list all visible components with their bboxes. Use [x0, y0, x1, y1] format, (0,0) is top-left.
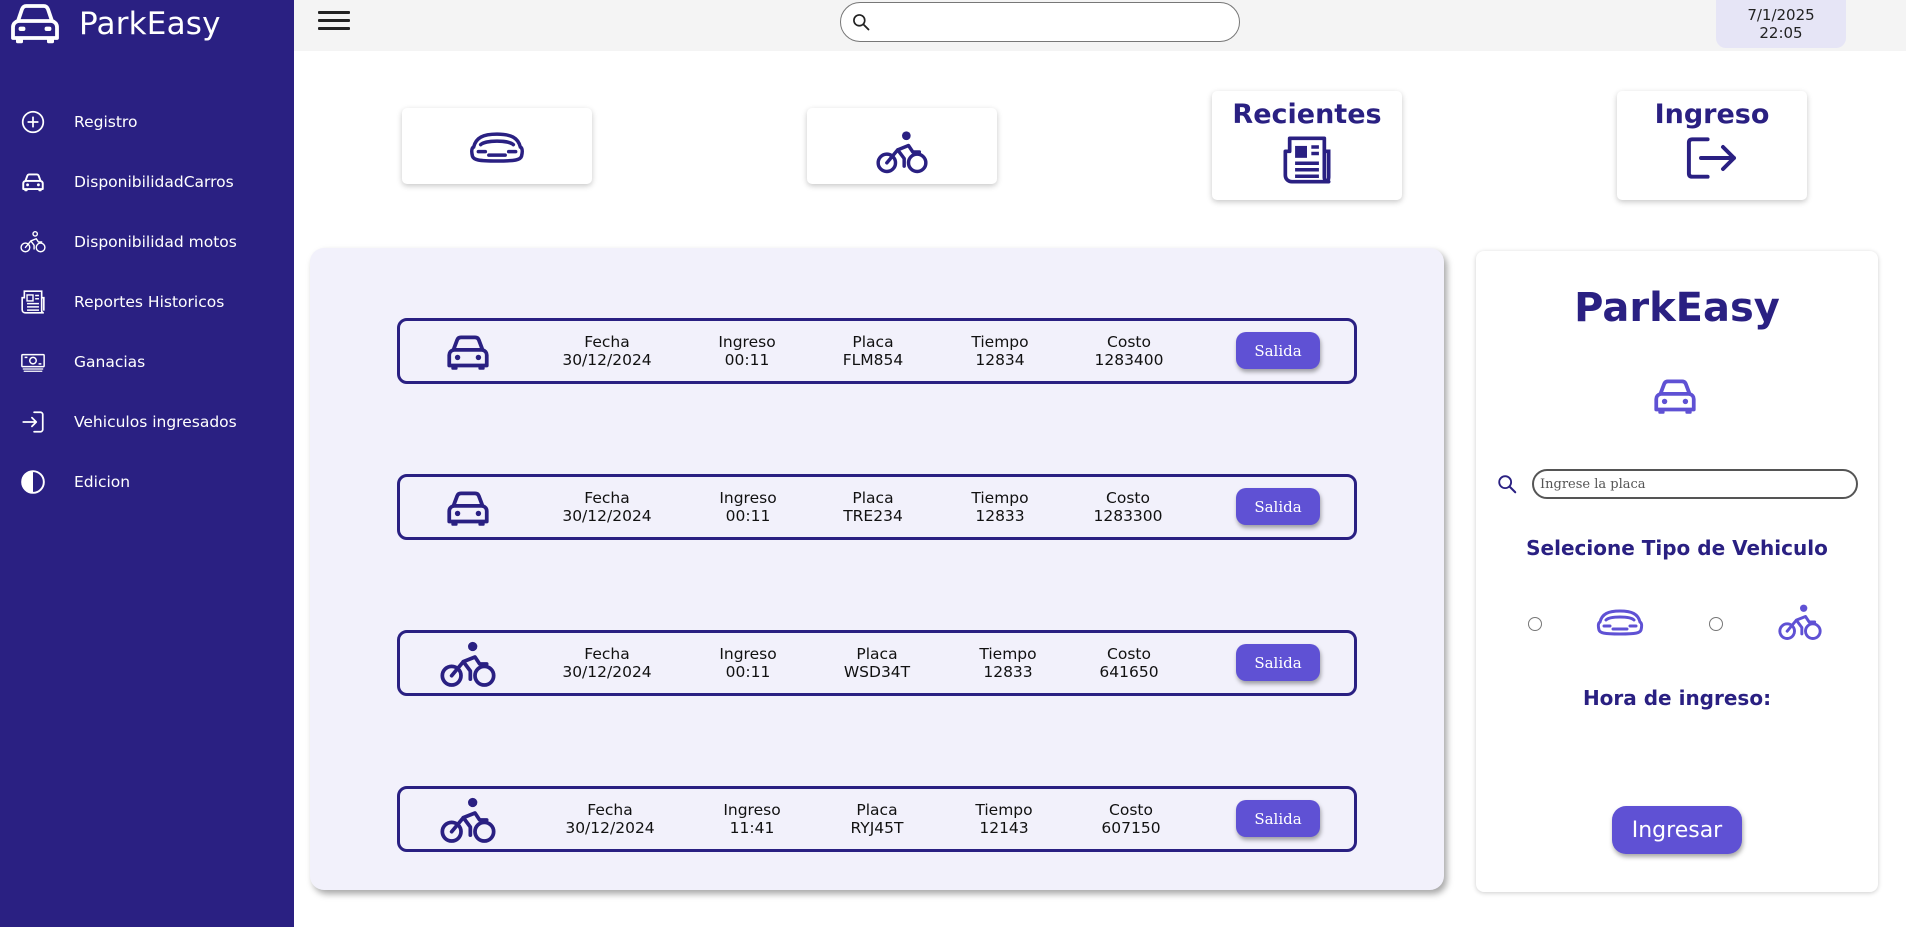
sidebar-item-disponibilidad-carros[interactable]: DisponibilidadCarros [0, 152, 294, 212]
sidebar-item-label: Registro [74, 113, 138, 131]
bike-icon [16, 225, 50, 259]
entries-panel: Fecha 30/12/2024 Ingreso 00:11 Placa FLM854… [310, 248, 1444, 890]
current-date: 7/1/2025 [1747, 6, 1815, 24]
card-title: Recientes [1232, 99, 1382, 130]
sidebar-item-label: Reportes Historicos [74, 293, 225, 311]
sidebar-item-label: Disponibilidad motos [74, 233, 237, 251]
bike-icon [876, 130, 928, 174]
car-icon [469, 128, 525, 166]
entry-tiempo: Tiempo 12833 [979, 645, 1037, 681]
car-icon [11, 4, 59, 44]
bike-icon [440, 639, 496, 689]
entry-tiempo: Tiempo 12143 [975, 801, 1033, 837]
entry-fecha: Fecha 30/12/2024 [565, 801, 655, 837]
car-icon [440, 327, 496, 377]
sidebar: ParkEasy Registro DisponibilidadCarros D… [0, 0, 294, 927]
card-recientes[interactable]: Recientes [1212, 91, 1402, 200]
entry-row: Fecha 30/12/2024 Ingreso 00:11 Placa TRE234… [397, 474, 1357, 540]
current-time: 22:05 [1759, 24, 1803, 42]
contrast-icon [16, 465, 50, 499]
placa-input[interactable] [1532, 469, 1858, 499]
entry-placa: Placa TRE234 [843, 489, 903, 525]
topbar: 7/1/2025 22:05 [294, 0, 1906, 51]
entry-fecha: Fecha 30/12/2024 [562, 489, 652, 525]
entry-ingreso: Ingreso 00:11 [719, 645, 777, 681]
car-icon [1646, 371, 1704, 421]
card-title: Ingreso [1654, 99, 1770, 130]
datetime-badge: 7/1/2025 22:05 [1716, 0, 1846, 48]
search-input[interactable] [877, 7, 1227, 37]
entry-row: Fecha 30/12/2024 Ingreso 00:11 Placa WSD34T… [397, 630, 1357, 696]
sidebar-item-disponibilidad-motos[interactable]: Disponibilidad motos [0, 212, 294, 272]
entry-tiempo: Tiempo 12833 [971, 489, 1029, 525]
entry-costo: Costo 1283300 [1093, 489, 1163, 525]
search-icon [1496, 473, 1518, 495]
sidebar-item-reportes-historicos[interactable]: Reportes Historicos [0, 272, 294, 332]
plus-circle-icon [16, 105, 50, 139]
card-cars[interactable] [402, 108, 592, 184]
bike-icon [440, 795, 496, 845]
entry-costo: Costo 641650 [1099, 645, 1159, 681]
search-icon [851, 12, 871, 32]
entry-placa: Placa FLM854 [842, 333, 904, 369]
salida-button[interactable]: Salida [1236, 644, 1320, 681]
ingresar-button[interactable]: Ingresar [1612, 806, 1742, 854]
sidebar-item-label: Edicion [74, 473, 131, 491]
radio-bike[interactable] [1709, 617, 1723, 631]
newspaper-icon [1281, 134, 1333, 186]
card-ingreso[interactable]: Ingreso [1617, 91, 1807, 200]
salida-button[interactable]: Salida [1236, 332, 1320, 369]
car-icon [1596, 605, 1644, 639]
bike-icon [1778, 603, 1822, 641]
app-root: ParkEasy Registro DisponibilidadCarros D… [0, 0, 1906, 927]
sidebar-item-vehiculos-ingresados[interactable]: Vehiculos ingresados [0, 392, 294, 452]
salida-button[interactable]: Salida [1236, 488, 1320, 525]
money-icon [16, 345, 50, 379]
entry-fecha: Fecha 30/12/2024 [562, 333, 652, 369]
entry-ingreso: Ingreso 11:41 [723, 801, 781, 837]
entry-placa: Placa WSD34T [843, 645, 911, 681]
hora-ingreso-label: Hora de ingreso: [1582, 686, 1772, 710]
entry-row: Fecha 30/12/2024 Ingreso 11:41 Placa RYJ45T… [397, 786, 1357, 852]
entry-ingreso: Ingreso 00:11 [718, 333, 776, 369]
entry-tiempo: Tiempo 12834 [971, 333, 1029, 369]
sidebar-item-label: Vehiculos ingresados [74, 413, 237, 431]
sidebar-item-label: DisponibilidadCarros [74, 173, 234, 191]
sidebar-item-registro[interactable]: Registro [0, 92, 294, 152]
entry-ingreso: Ingreso 00:11 [719, 489, 777, 525]
ingreso-form: ParkEasy Selecione Tipo de Vehiculo Hora… [1476, 251, 1878, 892]
login-icon [16, 405, 50, 439]
search-bar[interactable] [840, 2, 1240, 42]
radio-car[interactable] [1528, 617, 1542, 631]
card-bikes[interactable] [807, 108, 997, 184]
car-icon [16, 165, 50, 199]
form-title: ParkEasy [1574, 285, 1780, 331]
sidebar-item-edicion[interactable]: Edicion [0, 452, 294, 512]
sidebar-nav: Registro DisponibilidadCarros Disponibil… [0, 92, 294, 512]
vehicle-type-label: Selecione Tipo de Vehiculo [1526, 536, 1828, 560]
menu-icon[interactable] [318, 11, 350, 33]
entry-placa: Placa RYJ45T [850, 801, 904, 837]
entry-costo: Costo 607150 [1101, 801, 1161, 837]
sidebar-item-label: Ganacias [74, 353, 146, 371]
car-icon [440, 483, 496, 533]
newspaper-icon [16, 285, 50, 319]
salida-button[interactable]: Salida [1236, 800, 1320, 837]
brand[interactable]: ParkEasy [10, 0, 221, 48]
brand-name: ParkEasy [79, 6, 221, 42]
entry-fecha: Fecha 30/12/2024 [562, 645, 652, 681]
exit-arrow-icon [1685, 136, 1739, 180]
sidebar-item-ganacias[interactable]: Ganacias [0, 332, 294, 392]
entry-row: Fecha 30/12/2024 Ingreso 00:11 Placa FLM854… [397, 318, 1357, 384]
entry-costo: Costo 1283400 [1094, 333, 1164, 369]
